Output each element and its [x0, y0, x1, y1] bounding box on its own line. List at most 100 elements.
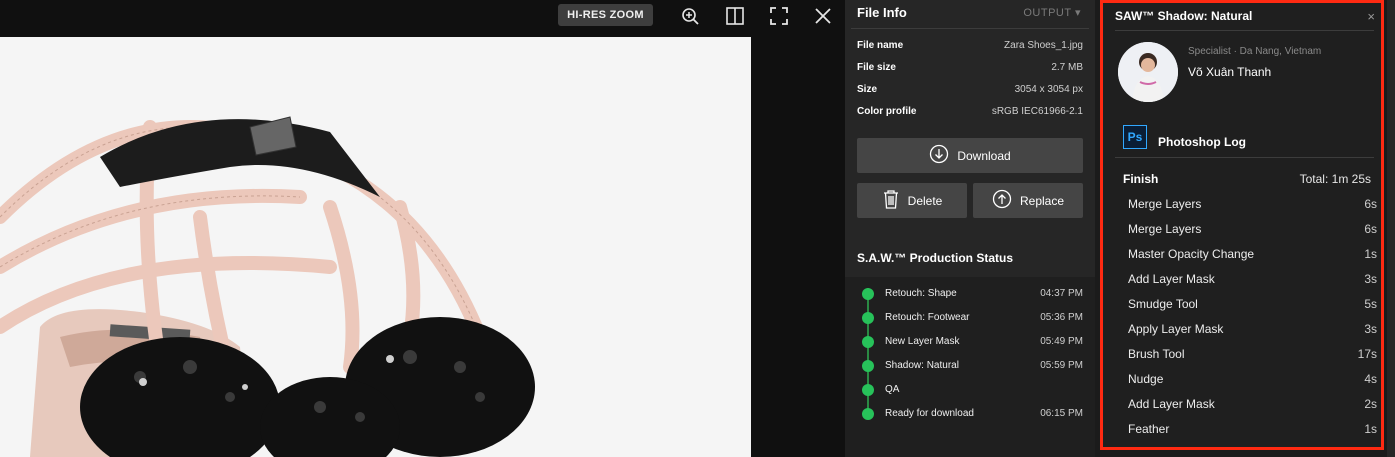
photoshop-log-panel: SAW™ Shadow: Natural × Specialist · Da N… — [1100, 0, 1384, 450]
info-row: File name Zara Shoes_1.jpg — [857, 39, 1083, 61]
step-time: 05:36 PM — [1040, 312, 1083, 323]
log-duration: 17s — [1357, 347, 1377, 361]
info-row: File size 2.7 MB — [857, 61, 1083, 83]
replace-label: Replace — [1019, 193, 1065, 208]
delete-button[interactable]: Delete — [857, 183, 967, 218]
step-label: Shadow: Natural — [885, 360, 959, 371]
file-info-panel: File Info OUTPUT ▾ File name Zara Shoes_… — [845, 0, 1095, 457]
log-item: Add Layer Mask 2s — [1115, 392, 1377, 417]
step-label: QA — [885, 384, 900, 395]
step-label: Retouch: Footwear — [885, 312, 970, 323]
log-action: Merge Layers — [1128, 222, 1202, 236]
close-icon[interactable] — [811, 4, 835, 28]
specialist-role: Specialist · Da Nang, Vietnam — [1188, 46, 1322, 57]
status-dot — [862, 360, 874, 372]
step-time: 05:49 PM — [1040, 336, 1083, 347]
viewer-margin — [751, 37, 845, 457]
product-image[interactable] — [0, 37, 751, 457]
log-action: Feather — [1128, 422, 1170, 436]
finish-label: Finish — [1123, 172, 1159, 186]
total-duration: Total: 1m 25s — [1299, 172, 1371, 186]
log-item: Smudge Tool 5s — [1115, 292, 1377, 317]
log-item: Merge Layers 6s — [1115, 217, 1377, 242]
trash-icon — [882, 189, 900, 212]
log-action: Master Opacity Change — [1128, 247, 1255, 261]
log-duration: 6s — [1364, 197, 1377, 211]
log-duration: 3s — [1364, 272, 1377, 286]
output-dropdown[interactable]: OUTPUT ▾ — [1023, 6, 1081, 19]
download-button[interactable]: Download — [857, 138, 1083, 173]
status-step: Retouch: Footwear 05:36 PM — [845, 312, 1095, 336]
step-time: 06:15 PM — [1040, 408, 1083, 419]
output-label: OUTPUT — [1023, 7, 1072, 19]
info-key: Color profile — [857, 106, 917, 117]
log-action: Add Layer Mask — [1128, 397, 1215, 411]
status-step: QA — [845, 384, 1095, 408]
info-value: sRGB IEC61966-2.1 — [991, 106, 1083, 117]
file-info-title: File Info — [857, 5, 907, 20]
status-step: Shadow: Natural 05:59 PM — [845, 360, 1095, 384]
log-item: Master Opacity Change 1s — [1115, 242, 1377, 267]
status-step: New Layer Mask 05:49 PM — [845, 336, 1095, 360]
zoom-in-icon[interactable] — [678, 4, 702, 28]
log-duration: 3s — [1364, 322, 1377, 336]
log-item: Nudge 4s — [1115, 367, 1377, 392]
log-duration: 6s — [1364, 222, 1377, 236]
status-dot — [862, 384, 874, 396]
replace-button[interactable]: Replace — [973, 183, 1083, 218]
step-label: Retouch: Shape — [885, 288, 957, 299]
photoshop-log-title: Photoshop Log — [1158, 135, 1246, 149]
step-label: New Layer Mask — [885, 336, 960, 347]
log-duration: 2s — [1364, 397, 1377, 411]
step-time: 04:37 PM — [1040, 288, 1083, 299]
production-status: S.A.W.™ Production Status Retouch: Shape… — [845, 242, 1095, 457]
log-duration: 1s — [1364, 422, 1377, 436]
production-status-title: S.A.W.™ Production Status — [845, 242, 1095, 277]
close-icon[interactable]: × — [1367, 9, 1375, 24]
info-key: File name — [857, 40, 904, 51]
status-dot — [862, 312, 874, 324]
log-action: Add Layer Mask — [1128, 272, 1215, 286]
file-info-list: File name Zara Shoes_1.jpg File size 2.7… — [845, 29, 1095, 127]
log-item: Feather 1s — [1115, 417, 1377, 442]
divider — [1115, 157, 1374, 158]
log-item: Merge Layers 6s — [1115, 192, 1377, 217]
info-row: Color profile sRGB IEC61966-2.1 — [857, 105, 1083, 127]
info-value: 2.7 MB — [1051, 62, 1083, 73]
info-key: Size — [857, 84, 878, 95]
status-step: Ready for download 06:15 PM — [845, 408, 1095, 432]
page-margin — [1387, 0, 1395, 457]
status-step: Retouch: Shape 04:37 PM — [845, 288, 1095, 312]
chevron-down-icon: ▾ — [1074, 7, 1081, 19]
log-item: Brush Tool 17s — [1115, 342, 1377, 367]
download-icon — [929, 144, 949, 167]
download-label: Download — [957, 148, 1011, 163]
log-duration: 5s — [1364, 297, 1377, 311]
log-item: Apply Layer Mask 3s — [1115, 317, 1377, 342]
avatar — [1118, 42, 1178, 102]
log-action: Brush Tool — [1128, 347, 1185, 361]
photoshop-log-list[interactable]: Merge Layers 6s Merge Layers 6s Master Opa… — [1115, 192, 1377, 450]
fullscreen-icon[interactable] — [767, 4, 791, 28]
delete-label: Delete — [907, 193, 943, 208]
log-duration: 4s — [1364, 372, 1377, 386]
hires-zoom-button[interactable]: HI-RES ZOOM — [558, 4, 653, 26]
info-value: Zara Shoes_1.jpg — [1004, 40, 1083, 51]
log-action: Nudge — [1128, 372, 1164, 386]
info-key: File size — [857, 62, 896, 73]
info-value: 3054 x 3054 px — [1014, 84, 1083, 95]
log-panel-title: SAW™ Shadow: Natural — [1115, 9, 1253, 23]
log-duration: 1s — [1364, 247, 1377, 261]
log-item: Add Layer Mask 3s — [1115, 267, 1377, 292]
divider — [1115, 30, 1374, 31]
step-label: Ready for download — [885, 408, 974, 419]
split-view-icon[interactable] — [723, 4, 747, 28]
status-dot — [862, 288, 874, 300]
step-time: 05:59 PM — [1040, 360, 1083, 371]
status-dot — [862, 408, 874, 420]
photoshop-icon: Ps — [1123, 125, 1147, 149]
specialist-name: Võ Xuân Thanh — [1188, 65, 1272, 79]
info-row: Size 3054 x 3054 px — [857, 83, 1083, 105]
log-action: Smudge Tool — [1128, 297, 1198, 311]
upload-icon — [992, 189, 1012, 212]
